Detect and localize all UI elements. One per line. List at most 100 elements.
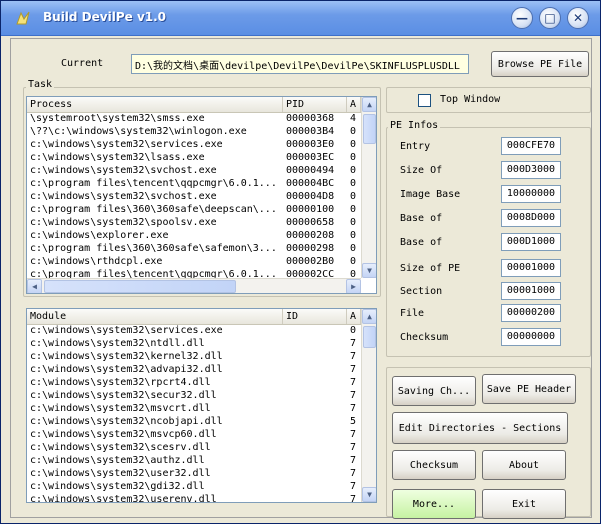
maximize-button[interactable]: □ — [539, 7, 561, 29]
minimize-icon: — — [516, 11, 528, 25]
a-cell: 0 — [350, 325, 357, 336]
pe-field-value[interactable]: 00001000 — [501, 259, 561, 277]
table-row[interactable]: c:\windows\system32\secur32.dll 7 — [27, 389, 361, 402]
process-path-cell: c:\windows\system32\lsass.exe — [30, 152, 205, 163]
process-path-cell: c:\windows\system32\svchost.exe — [30, 165, 217, 176]
a-cell: 0 — [350, 191, 357, 202]
table-row[interactable]: c:\windows\system32\userenv.dll 7 — [27, 493, 361, 502]
table-row[interactable]: c:\windows\system32\svchost.exe 000004D8 0 — [27, 190, 361, 203]
current-path-field[interactable]: D:\我的文档\桌面\devilpe\DevilPe\DevilPe\SKINF… — [131, 54, 469, 74]
table-row[interactable]: c:\windows\rthdcpl.exe 000002B0 0 — [27, 255, 361, 268]
minimize-button[interactable]: — — [511, 7, 533, 29]
column-process[interactable]: Process — [27, 97, 283, 112]
pe-field-value[interactable]: 00000000 — [501, 328, 561, 346]
pe-field-value[interactable]: 000CFE70 — [501, 137, 561, 155]
module-list-vscroll[interactable]: ▲ ▼ — [361, 309, 376, 502]
a-cell: 0 — [350, 165, 357, 176]
a-cell: 5 — [350, 416, 357, 427]
task-group-label: Task — [26, 79, 55, 90]
scroll-left-icon[interactable]: ◀ — [27, 279, 42, 293]
table-row[interactable]: c:\windows\system32\scesrv.dll 7 — [27, 441, 361, 454]
a-cell: 7 — [350, 429, 357, 440]
table-row[interactable]: c:\program files\360\360safe\deepscan\..… — [27, 203, 361, 216]
a-cell: 7 — [350, 468, 357, 479]
process-path-cell: c:\windows\explorer.exe — [30, 230, 169, 241]
scroll-up-icon[interactable]: ▲ — [362, 97, 376, 112]
scroll-thumb[interactable] — [363, 114, 376, 144]
process-path-cell: c:\windows\system32\svchost.exe — [30, 191, 217, 202]
app-icon — [16, 11, 30, 25]
a-cell: 7 — [350, 338, 357, 349]
pe-field-value[interactable]: 000D1000 — [501, 233, 561, 251]
table-row[interactable]: c:\windows\system32\svchost.exe 00000494 0 — [27, 164, 361, 177]
scroll-up-icon[interactable]: ▲ — [362, 309, 376, 324]
table-row[interactable]: c:\windows\system32\authz.dll 7 — [27, 454, 361, 467]
module-path-cell: c:\windows\system32\authz.dll — [30, 455, 205, 466]
edit-directories-button[interactable]: Edit Directories - Sections — [392, 412, 568, 444]
process-path-cell: \??\c:\windows\system32\winlogon.exe — [30, 126, 247, 137]
pe-field-label: Entry — [400, 141, 431, 152]
table-row[interactable]: c:\windows\system32\services.exe 0 — [27, 324, 361, 337]
top-window-checkbox[interactable] — [418, 94, 431, 107]
close-button[interactable]: ✕ — [567, 7, 589, 29]
table-row[interactable]: \systemroot\system32\smss.exe 00000368 4 — [27, 112, 361, 125]
scroll-right-icon[interactable]: ▶ — [346, 279, 361, 293]
about-button[interactable]: About — [482, 450, 566, 480]
pe-field-label: Size of PE — [400, 263, 461, 274]
pe-field-label: Size Of — [400, 165, 443, 176]
table-row[interactable]: c:\program files\360\360safe\safemon\3..… — [27, 242, 361, 255]
pe-field-value[interactable]: 00001000 — [501, 282, 561, 300]
pe-field-value[interactable]: 10000000 — [501, 185, 561, 203]
title-bar[interactable]: Build DevilPe v1.0 — □ ✕ — [1, 1, 600, 36]
column-a[interactable]: A — [347, 309, 361, 324]
exit-button[interactable]: Exit — [482, 489, 566, 519]
table-row[interactable]: c:\windows\system32\msvcrt.dll 7 — [27, 402, 361, 415]
table-row[interactable]: c:\windows\system32\msvcp60.dll 7 — [27, 428, 361, 441]
module-list[interactable]: Module ID A c:\windows\system32\services… — [26, 308, 377, 503]
pid-cell: 00000298 — [286, 243, 335, 254]
table-row[interactable]: c:\windows\system32\rpcrt4.dll 7 — [27, 376, 361, 389]
process-list-hscroll[interactable]: ◀ ▶ — [27, 278, 361, 293]
pe-field-value[interactable]: 000D3000 — [501, 161, 561, 179]
scroll-thumb[interactable] — [363, 326, 376, 348]
process-list[interactable]: Process PID A \systemroot\system32\smss.… — [26, 96, 377, 294]
more-button[interactable]: More... — [392, 489, 476, 519]
table-row[interactable]: c:\windows\system32\services.exe 000003E0… — [27, 138, 361, 151]
table-row[interactable]: c:\windows\system32\user32.dll 7 — [27, 467, 361, 480]
table-row[interactable]: c:\windows\system32\spoolsv.exe 00000658 0 — [27, 216, 361, 229]
scroll-down-icon[interactable]: ▼ — [362, 263, 376, 278]
table-row[interactable]: c:\windows\system32\advapi32.dll 7 — [27, 363, 361, 376]
process-path-cell: c:\windows\system32\services.exe — [30, 139, 223, 150]
pid-cell: 000002B0 — [286, 256, 335, 267]
table-row[interactable]: c:\windows\system32\kernel32.dll 7 — [27, 350, 361, 363]
column-pid[interactable]: PID — [283, 97, 347, 112]
table-row[interactable]: \??\c:\windows\system32\winlogon.exe 0000… — [27, 125, 361, 138]
pe-field-label: Section — [400, 286, 443, 297]
pe-field-value[interactable]: 0008D000 — [501, 209, 561, 227]
pid-cell: 000003EC — [286, 152, 335, 163]
table-row[interactable]: c:\program files\tencent\qqpcmgr\6.0.1..… — [27, 177, 361, 190]
save-pe-header-button[interactable]: Save PE Header — [482, 374, 576, 404]
main-window: Build DevilPe v1.0 — □ ✕ Current D:\我的文档… — [0, 0, 601, 524]
a-cell: 0 — [350, 178, 357, 189]
column-a[interactable]: A — [347, 97, 361, 112]
process-path-cell: c:\program files\360\360safe\safemon\3..… — [30, 243, 277, 254]
process-list-vscroll[interactable]: ▲ ▼ — [361, 97, 376, 278]
table-row[interactable]: c:\windows\system32\gdi32.dll 7 — [27, 480, 361, 493]
table-row[interactable]: c:\windows\system32\lsass.exe 000003EC 0 — [27, 151, 361, 164]
scroll-down-icon[interactable]: ▼ — [362, 487, 376, 502]
table-row[interactable]: c:\windows\explorer.exe 00000208 0 — [27, 229, 361, 242]
table-row[interactable]: c:\windows\system32\ntdll.dll 7 — [27, 337, 361, 350]
checksum-button[interactable]: Checksum — [392, 450, 476, 480]
table-row[interactable]: c:\windows\system32\ncobjapi.dll 5 — [27, 415, 361, 428]
column-id[interactable]: ID — [283, 309, 347, 324]
a-cell: 0 — [350, 230, 357, 241]
column-module[interactable]: Module — [27, 309, 283, 324]
saving-button[interactable]: Saving Ch... — [392, 376, 476, 406]
scroll-thumb[interactable] — [44, 280, 236, 293]
browse-pe-file-button[interactable]: Browse PE File — [491, 51, 589, 77]
a-cell: 0 — [350, 126, 357, 137]
a-cell: 0 — [350, 152, 357, 163]
pe-field-value[interactable]: 00000200 — [501, 304, 561, 322]
module-path-cell: c:\windows\system32\advapi32.dll — [30, 364, 223, 375]
